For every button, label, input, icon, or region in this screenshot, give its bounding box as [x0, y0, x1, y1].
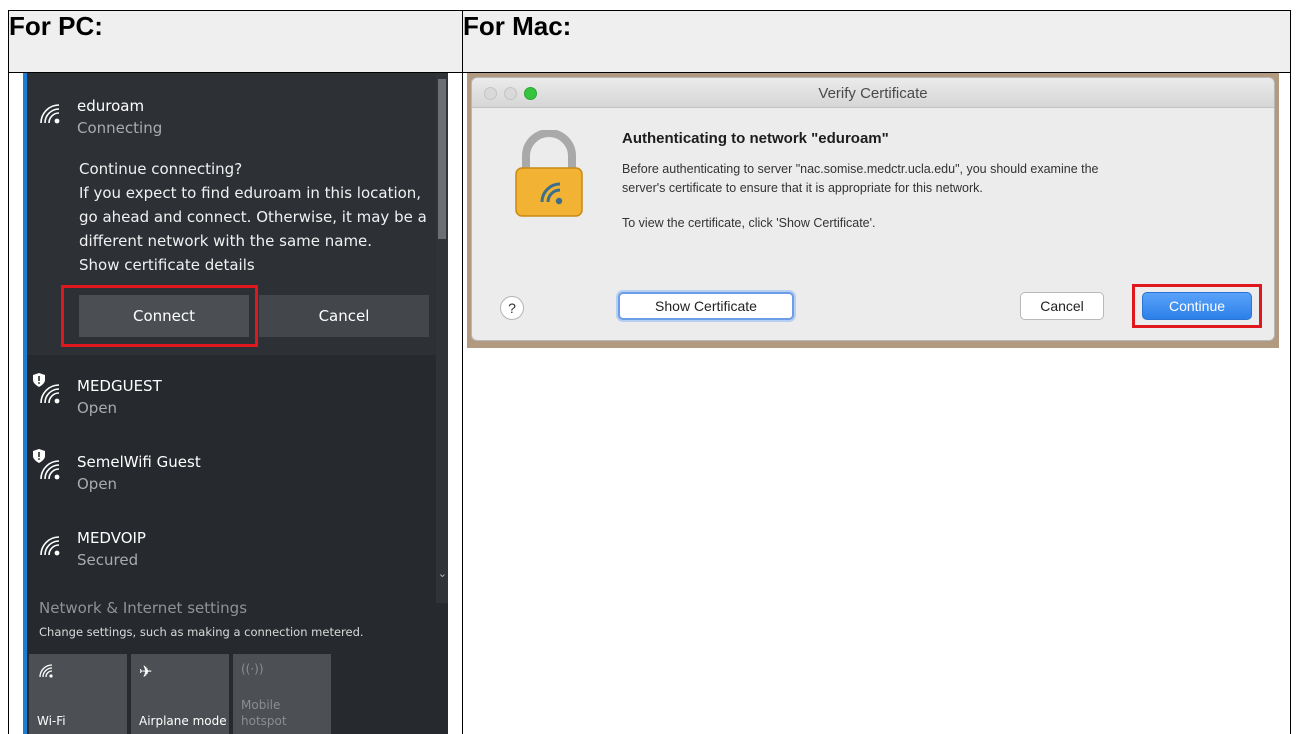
dialog-title: Verify Certificate: [818, 85, 928, 102]
wifi-icon: [39, 664, 53, 678]
mac-cell: Verify Certificate Authenticating to net…: [462, 72, 1291, 734]
wifi-icon: [40, 104, 60, 124]
instruction-table: For PC: For Mac: ⌄ eduroam Connecting Co…: [8, 10, 1291, 734]
instruction-page: For PC: For Mac: ⌄ eduroam Connecting Co…: [0, 0, 1298, 734]
windows-network-flyout: ⌄ eduroam Connecting Continue connecting…: [23, 73, 448, 734]
network-status: Open: [77, 399, 118, 417]
connect-highlight-box: [61, 285, 258, 347]
airplane-icon: ✈: [139, 662, 153, 681]
network-status: Open: [77, 475, 118, 493]
dialog-body-line: server's certificate to ensure that it i…: [622, 181, 983, 195]
wifi-icon: [40, 536, 60, 556]
network-status: Connecting: [77, 119, 163, 137]
continue-highlight-box: [1132, 284, 1262, 328]
network-settings-description: Change settings, such as making a connec…: [39, 625, 364, 639]
lock-icon: [515, 130, 583, 217]
view-certificate-hint: To view the certificate, click 'Show Cer…: [622, 216, 876, 230]
dialog-body: Before authenticating to server "nac.som…: [622, 160, 1099, 198]
intro-text: [0, 0, 700, 6]
verify-certificate-dialog: Verify Certificate Authenticating to net…: [471, 77, 1275, 341]
show-certificate-details-link[interactable]: Show certificate details: [79, 253, 431, 277]
tile-label: Airplane mode: [139, 714, 227, 728]
network-name: MEDVOIP: [77, 529, 146, 547]
mac-screenshot: Verify Certificate Authenticating to net…: [467, 73, 1279, 348]
wifi-icon: [40, 384, 60, 404]
prompt-line: different network with the same name.: [79, 232, 373, 250]
connect-prompt: Continue connecting? If you expect to fi…: [79, 157, 431, 277]
network-name: MEDGUEST: [77, 377, 162, 395]
mac-header: For Mac:: [462, 10, 1291, 73]
scroll-down-icon[interactable]: ⌄: [438, 567, 447, 580]
network-settings-link[interactable]: Network & Internet settings: [39, 599, 247, 617]
airplane-mode-quick-action[interactable]: ✈ Airplane mode: [131, 654, 229, 734]
show-certificate-button[interactable]: Show Certificate: [618, 292, 794, 320]
pc-header: For PC:: [8, 10, 463, 73]
hotspot-icon: ((·)): [241, 662, 264, 676]
mobile-hotspot-quick-action[interactable]: ((·)) Mobile hotspot: [233, 654, 331, 734]
tile-label-line: Mobile: [241, 698, 281, 712]
scrollbar-thumb[interactable]: [438, 79, 446, 239]
network-name: eduroam: [77, 97, 145, 115]
network-name: SemelWifi Guest: [77, 453, 201, 471]
tile-label-line: hotspot: [241, 714, 287, 728]
prompt-line: If you expect to find eduroam in this lo…: [79, 184, 422, 202]
cancel-button[interactable]: Cancel: [1020, 292, 1104, 320]
help-button[interactable]: ?: [500, 296, 524, 320]
tile-label: Mobile hotspot: [241, 697, 287, 729]
dialog-heading: Authenticating to network "eduroam": [622, 130, 889, 147]
prompt-line: go ahead and connect. Otherwise, it may …: [79, 208, 427, 226]
tile-label: Wi-Fi: [37, 714, 66, 728]
dialog-body-line: Before authenticating to server "nac.som…: [622, 162, 1099, 176]
wifi-quick-action[interactable]: Wi-Fi: [29, 654, 127, 734]
wifi-icon: [40, 460, 60, 480]
header-row: For PC: For Mac:: [8, 10, 1291, 73]
dialog-titlebar: Verify Certificate: [472, 78, 1274, 108]
cancel-button[interactable]: Cancel: [259, 295, 429, 337]
flyout-scrollbar[interactable]: ⌄: [436, 73, 448, 603]
prompt-line: Continue connecting?: [79, 160, 243, 178]
network-status: Secured: [77, 551, 139, 569]
pc-cell: ⌄ eduroam Connecting Continue connecting…: [8, 72, 463, 734]
screenshot-row: ⌄ eduroam Connecting Continue connecting…: [8, 72, 1291, 734]
